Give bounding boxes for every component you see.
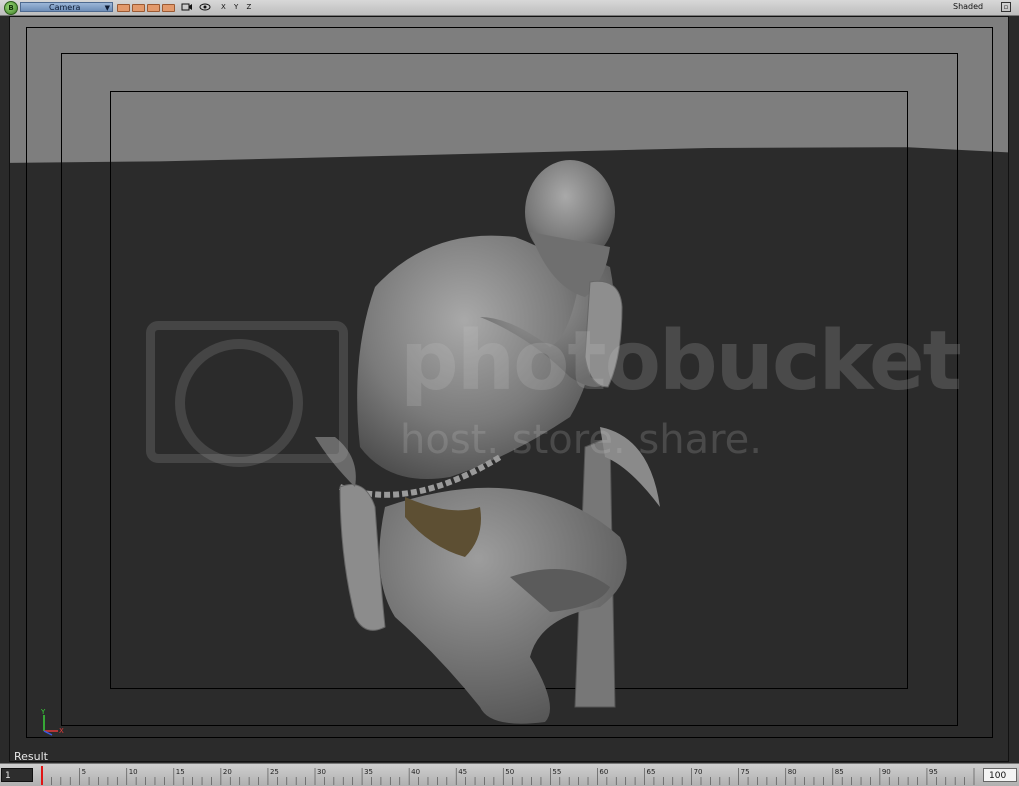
- current-frame-marker[interactable]: [41, 766, 43, 785]
- timeline-tick-label: 60: [599, 768, 608, 776]
- timeline-ruler[interactable]: 5 10 15 20 25 30 35 40 45 50 55 60 65 70 75 80 85 90 95: [36, 764, 980, 786]
- timeline-tick-label: 45: [458, 768, 467, 776]
- timeline-tick-label: 30: [317, 768, 326, 776]
- timeline-tick-label: 50: [505, 768, 514, 776]
- axis-x-label: X: [59, 727, 64, 735]
- timeline-tick-label: 80: [788, 768, 797, 776]
- timeline-tick-label: 90: [882, 768, 891, 776]
- axis-y-label: Y: [40, 708, 46, 716]
- axis-toggle-labels[interactable]: X Y Z: [221, 2, 254, 12]
- maximize-icon[interactable]: ▫: [1001, 2, 1011, 12]
- timeline-tick-label: 15: [176, 768, 185, 776]
- timeline-tick-label: 40: [411, 768, 420, 776]
- camera-selector[interactable]: Camera ▼: [20, 2, 113, 12]
- timeline-tick-label: 55: [552, 768, 561, 776]
- viewport-toolbar: B Camera ▼ X Y Z Shaded ▫: [0, 0, 1019, 16]
- view-button-4[interactable]: [162, 4, 175, 12]
- view-button-3[interactable]: [147, 4, 160, 12]
- timeline-tick-label: 20: [223, 768, 232, 776]
- timeline-tick-label: 85: [835, 768, 844, 776]
- timeline-bar: 1 5 10 15 20 25 30 35 40 45 50 55 60 65 70 75 80 85 90 95 …: [0, 763, 1019, 786]
- timeline-tick-label: 75: [741, 768, 750, 776]
- timeline-tick-label: 70: [694, 768, 703, 776]
- view-button-1[interactable]: [117, 4, 130, 12]
- timeline-tick-label: 10: [129, 768, 138, 776]
- camera-selector-label: Camera: [49, 3, 81, 12]
- end-frame-field[interactable]: 100: [983, 768, 1017, 782]
- shade-mode-menu[interactable]: Shaded: [953, 2, 983, 12]
- timeline-tick-label: 25: [270, 768, 279, 776]
- chevron-down-icon: ▼: [104, 4, 110, 12]
- camera-icon[interactable]: [181, 1, 193, 17]
- result-label: Result: [14, 750, 48, 762]
- axis-gizmo-icon: Y X: [40, 708, 64, 736]
- watermark-text: photobucket: [400, 314, 962, 409]
- eye-icon[interactable]: [199, 1, 211, 17]
- start-frame-field[interactable]: 1: [1, 768, 33, 782]
- timeline-tick-label: 65: [647, 768, 656, 776]
- watermark-tagline: host. store. share.: [400, 417, 762, 463]
- timeline-tick-label: 35: [364, 768, 373, 776]
- watermark-lens-icon: [175, 339, 303, 467]
- timeline-tick-label: 5: [82, 768, 86, 776]
- 3d-viewport[interactable]: photobucket host. store. share. Y X Resu…: [9, 16, 1009, 762]
- timeline-tick-label: 95: [929, 768, 938, 776]
- view-button-2[interactable]: [132, 4, 145, 12]
- app-logo-icon[interactable]: B: [4, 1, 18, 15]
